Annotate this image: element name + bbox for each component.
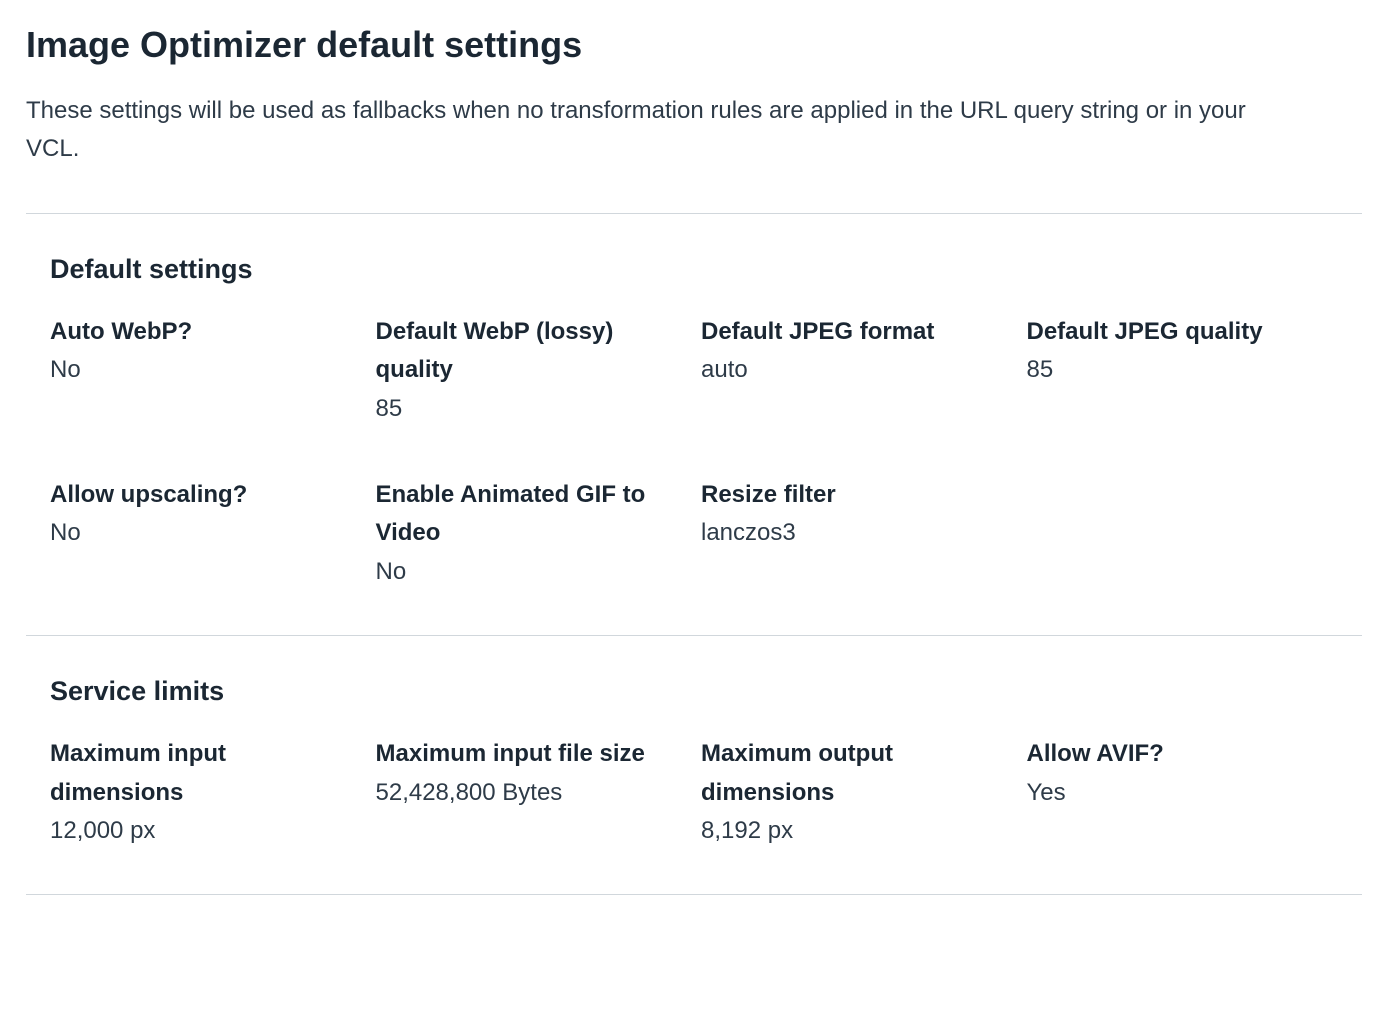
setting-value: 8,192 px (701, 812, 1013, 850)
setting-label: Allow upscaling? (50, 476, 362, 514)
setting-label: Auto WebP? (50, 313, 362, 351)
setting-label: Maximum input dimensions (50, 735, 362, 812)
limit-output-dimensions: Maximum output dimensions 8,192 px (701, 735, 1013, 850)
setting-label: Default JPEG format (701, 313, 1013, 351)
default-settings-section: Default settings Auto WebP? No Default W… (26, 214, 1362, 635)
setting-label: Allow AVIF? (1027, 735, 1339, 773)
setting-value: No (376, 553, 688, 591)
setting-value: No (50, 514, 362, 552)
service-limits-section: Service limits Maximum input dimensions … (26, 636, 1362, 894)
limit-input-file-size: Maximum input file size 52,428,800 Bytes (376, 735, 688, 850)
section-title-default: Default settings (50, 254, 1338, 285)
setting-label: Default JPEG quality (1027, 313, 1339, 351)
setting-jpeg-format: Default JPEG format auto (701, 313, 1013, 428)
page-title: Image Optimizer default settings (26, 24, 1362, 66)
setting-value: Yes (1027, 774, 1339, 812)
setting-allow-upscaling: Allow upscaling? No (50, 476, 362, 591)
setting-label: Enable Animated GIF to Video (376, 476, 688, 553)
setting-value: auto (701, 351, 1013, 389)
setting-resize-filter: Resize filter lanczos3 (701, 476, 1013, 591)
limit-allow-avif: Allow AVIF? Yes (1027, 735, 1339, 850)
setting-label: Resize filter (701, 476, 1013, 514)
setting-value: 52,428,800 Bytes (376, 774, 688, 812)
limit-input-dimensions: Maximum input dimensions 12,000 px (50, 735, 362, 850)
setting-auto-webp: Auto WebP? No (50, 313, 362, 428)
default-settings-grid: Auto WebP? No Default WebP (lossy) quali… (50, 313, 1338, 591)
setting-label: Default WebP (lossy) quality (376, 313, 688, 390)
setting-value: lanczos3 (701, 514, 1013, 552)
setting-webp-quality: Default WebP (lossy) quality 85 (376, 313, 688, 428)
setting-label: Maximum input file size (376, 735, 688, 773)
setting-label: Maximum output dimensions (701, 735, 1013, 812)
setting-value: No (50, 351, 362, 389)
setting-jpeg-quality: Default JPEG quality 85 (1027, 313, 1339, 428)
section-title-limits: Service limits (50, 676, 1338, 707)
setting-gif-to-video: Enable Animated GIF to Video No (376, 476, 688, 591)
setting-value: 85 (376, 390, 688, 428)
setting-value: 12,000 px (50, 812, 362, 850)
setting-value: 85 (1027, 351, 1339, 389)
divider (26, 894, 1362, 895)
service-limits-grid: Maximum input dimensions 12,000 px Maxim… (50, 735, 1338, 850)
page-description: These settings will be used as fallbacks… (26, 92, 1246, 169)
